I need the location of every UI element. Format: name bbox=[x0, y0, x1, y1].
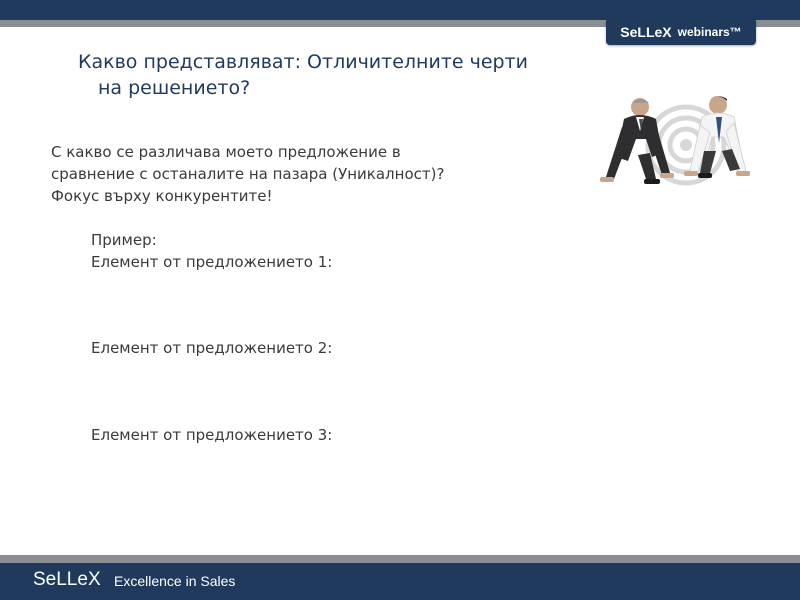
slide-body-text: С какво се различава моето предложение в… bbox=[51, 141, 551, 207]
sellex-webinars-badge: SeLLeX webinars™ bbox=[606, 18, 756, 45]
top-header-bar bbox=[0, 0, 800, 20]
footer-tagline: Excellence in Sales bbox=[114, 573, 236, 589]
slide-title-line-2: на решението? bbox=[98, 77, 251, 99]
left-businessman-icon bbox=[600, 98, 674, 184]
example-label: Пример: bbox=[91, 231, 157, 249]
body-line-3: Фокус върху конкурентите! bbox=[51, 187, 273, 205]
bottom-gray-stripe bbox=[0, 555, 800, 563]
offer-element-1-label: Елемент от предложението 1: bbox=[91, 253, 333, 271]
slide-title: Какво представляват: Отличителните черти… bbox=[78, 49, 608, 101]
footer-brand: SeLLeX bbox=[33, 569, 101, 590]
offer-element-2-label: Елемент от предложението 2: bbox=[91, 339, 333, 357]
badge-brand: SeLLeX bbox=[620, 23, 672, 40]
body-line-2: сравнение с останалите на пазара (Уникал… bbox=[51, 165, 445, 183]
offer-element-3-label: Елемент от предложението 3: bbox=[91, 426, 333, 444]
example-block: Пример: Елемент от предложението 1: bbox=[91, 229, 332, 273]
badge-suffix: webinars™ bbox=[677, 24, 742, 39]
businessmen-starting-line-illustration bbox=[600, 96, 750, 186]
body-line-1: С какво се различава моето предложение в bbox=[51, 143, 401, 161]
footer-bar: SeLLeX Excellence in Sales bbox=[0, 563, 800, 600]
slide-title-line-1: Какво представляват: Отличителните черти bbox=[78, 51, 529, 73]
